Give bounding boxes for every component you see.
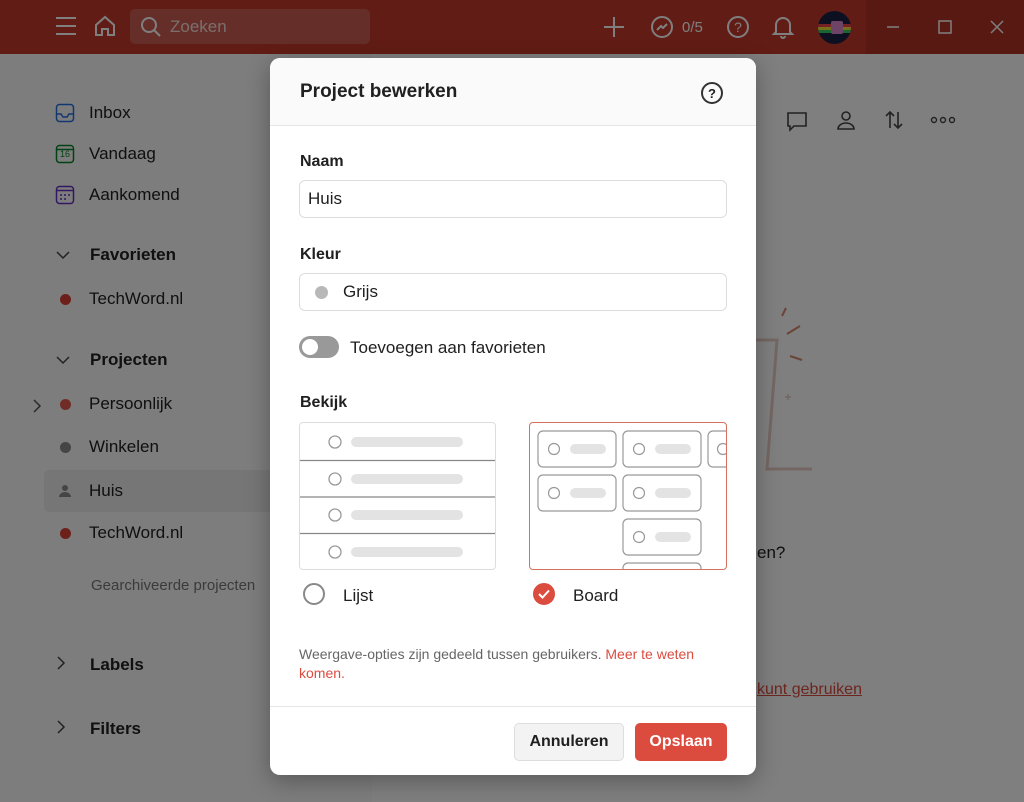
note-text: Weergave-opties zijn gedeeld tussen gebr… bbox=[299, 646, 602, 662]
view-label: Bekijk bbox=[300, 394, 348, 411]
cancel-button[interactable]: Annuleren bbox=[514, 723, 624, 761]
help-icon[interactable]: ? bbox=[701, 82, 723, 104]
list-view-radio[interactable] bbox=[303, 583, 325, 605]
dialog-title: Project bewerken bbox=[300, 80, 458, 102]
checkmark-icon bbox=[538, 589, 550, 599]
board-view-label: Board bbox=[573, 586, 619, 605]
view-options-note: Weergave-opties zijn gedeeld tussen gebr… bbox=[299, 645, 729, 683]
favorite-toggle[interactable] bbox=[299, 336, 339, 358]
board-layout-illustration bbox=[537, 430, 726, 569]
color-swatch-dot bbox=[315, 285, 328, 299]
save-button[interactable]: Opslaan bbox=[635, 723, 727, 761]
project-name-input[interactable]: Huis bbox=[299, 180, 727, 218]
color-select[interactable]: Grijs bbox=[299, 273, 727, 311]
edit-project-dialog: Project bewerken ? Naam Huis Kleur Grijs… bbox=[270, 58, 756, 775]
board-view-radio[interactable] bbox=[533, 583, 555, 605]
name-label: Naam bbox=[300, 153, 344, 170]
color-select-value: Grijs bbox=[343, 282, 378, 301]
project-name-value: Huis bbox=[308, 189, 343, 208]
dialog-footer: Annuleren Opslaan bbox=[270, 706, 756, 775]
view-option-board-preview[interactable] bbox=[529, 422, 727, 570]
list-layout-illustration bbox=[300, 435, 495, 559]
favorite-toggle-label: Toevoegen aan favorieten bbox=[350, 338, 546, 357]
color-label: Kleur bbox=[300, 246, 341, 263]
toggle-knob bbox=[302, 339, 318, 355]
view-option-list-preview[interactable] bbox=[299, 422, 496, 570]
list-view-label: Lijst bbox=[343, 586, 374, 605]
dialog-header: Project bewerken bbox=[270, 58, 756, 126]
